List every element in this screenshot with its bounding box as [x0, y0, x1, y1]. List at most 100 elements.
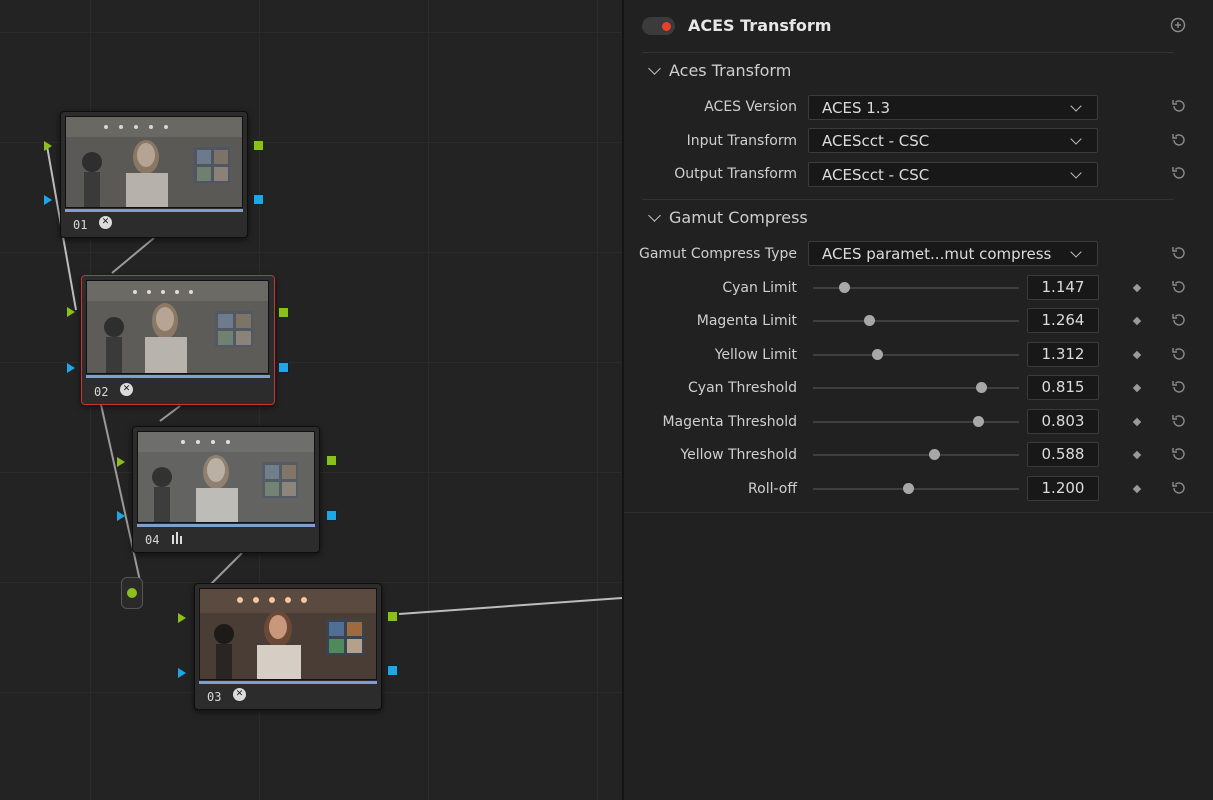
magenta-limit-slider[interactable]: [813, 320, 1019, 322]
cyan-threshold-label: Cyan Threshold: [688, 380, 797, 396]
slider-knob[interactable]: [872, 349, 883, 360]
aces-fx-icon: ✕: [120, 383, 133, 396]
keyframe-diamond-icon[interactable]: [1132, 484, 1142, 494]
node-thumbnail: [86, 280, 269, 374]
node-number: 04: [145, 533, 160, 547]
rgb-input-port[interactable]: [178, 613, 186, 623]
alpha-input-port[interactable]: [44, 195, 52, 205]
rgb-input-port[interactable]: [67, 307, 75, 317]
node-03[interactable]: 03 ✕: [194, 583, 382, 710]
section-title: Gamut Compress: [669, 208, 808, 227]
effect-title: ACES Transform: [688, 16, 832, 35]
alpha-output-port[interactable]: [253, 194, 264, 205]
keyframe-diamond-icon[interactable]: [1132, 383, 1142, 393]
aces-fx-icon: ✕: [233, 688, 246, 701]
keyframe-diamond-icon[interactable]: [1132, 316, 1142, 326]
section-divider: [642, 199, 1174, 200]
connection-line: [159, 405, 181, 422]
section-title: Aces Transform: [669, 61, 792, 80]
reset-icon[interactable]: [1170, 97, 1188, 115]
magenta-threshold-slider[interactable]: [813, 421, 1019, 423]
reset-icon[interactable]: [1170, 131, 1188, 149]
rgb-output-port[interactable]: [278, 307, 289, 318]
reset-all-icon[interactable]: [1169, 16, 1187, 34]
parallel-junction-node[interactable]: [121, 577, 143, 609]
toggle-knob: [662, 22, 671, 31]
slider-knob[interactable]: [839, 282, 850, 293]
dropdown-value: ACEScct - CSC: [822, 166, 930, 184]
aces-fx-icon: ✕: [99, 216, 112, 229]
effect-enable-toggle[interactable]: [642, 17, 675, 35]
node-editor[interactable]: 01 ✕ 02 ✕ 04 03 ✕: [0, 0, 622, 800]
slider-knob[interactable]: [929, 449, 940, 460]
panel-bottom-divider: [624, 512, 1213, 513]
alpha-output-port[interactable]: [278, 362, 289, 373]
yellow-threshold-label: Yellow Threshold: [680, 447, 797, 463]
roll-off-value-field[interactable]: 1.200: [1027, 476, 1099, 501]
reset-icon[interactable]: [1170, 311, 1188, 329]
reset-icon[interactable]: [1170, 412, 1188, 430]
node-number: 03: [207, 690, 222, 704]
node-02[interactable]: 02 ✕: [81, 275, 275, 405]
section-header-gamut-compress[interactable]: Gamut Compress: [646, 208, 808, 227]
node-01[interactable]: 01 ✕: [60, 111, 248, 238]
reset-icon[interactable]: [1170, 445, 1188, 463]
slider-knob[interactable]: [864, 315, 875, 326]
connection-line: [398, 597, 622, 615]
reset-icon[interactable]: [1170, 278, 1188, 296]
keyframe-diamond-icon[interactable]: [1132, 283, 1142, 293]
yellow-limit-value-field[interactable]: 1.312: [1027, 342, 1099, 367]
slider-knob[interactable]: [903, 483, 914, 494]
magenta-threshold-value-field[interactable]: 0.803: [1027, 409, 1099, 434]
chevron-down-icon: [1070, 133, 1082, 145]
slider-knob[interactable]: [976, 382, 987, 393]
input-transform-dropdown[interactable]: ACEScct - CSC: [808, 128, 1098, 153]
alpha-output-port[interactable]: [326, 510, 337, 521]
thumbnail-image: [200, 589, 376, 679]
keyframe-diamond-icon[interactable]: [1132, 450, 1142, 460]
reset-icon[interactable]: [1170, 378, 1188, 396]
alpha-output-port[interactable]: [387, 665, 398, 676]
dropdown-value: ACEScct - CSC: [822, 132, 930, 150]
keyframe-diamond-icon[interactable]: [1132, 417, 1142, 427]
slider-knob[interactable]: [973, 416, 984, 427]
magenta-threshold-label: Magenta Threshold: [662, 414, 797, 430]
magenta-limit-value-field[interactable]: 1.264: [1027, 308, 1099, 333]
cyan-threshold-value-field[interactable]: 0.815: [1027, 375, 1099, 400]
node-status-bar: [86, 375, 270, 378]
yellow-threshold-value-field[interactable]: 0.588: [1027, 442, 1099, 467]
reset-icon[interactable]: [1170, 164, 1188, 182]
chevron-down-icon: [1070, 167, 1082, 179]
gamut-compress-type-label: Gamut Compress Type: [639, 246, 797, 262]
rgb-output-port[interactable]: [387, 611, 398, 622]
section-header-aces-transform[interactable]: Aces Transform: [646, 61, 791, 80]
alpha-input-port[interactable]: [178, 668, 186, 678]
dropdown-value: ACES 1.3: [822, 99, 891, 117]
node-status-bar: [199, 681, 377, 684]
reset-icon[interactable]: [1170, 345, 1188, 363]
output-transform-dropdown[interactable]: ACEScct - CSC: [808, 162, 1098, 187]
rgb-input-port[interactable]: [44, 141, 52, 151]
output-transform-label: Output Transform: [674, 166, 797, 182]
rgb-output-port[interactable]: [253, 140, 264, 151]
junction-output-dot: [127, 588, 137, 598]
thumbnail-image: [66, 117, 242, 207]
yellow-limit-slider[interactable]: [813, 354, 1019, 356]
alpha-input-port[interactable]: [117, 511, 125, 521]
reset-icon[interactable]: [1170, 244, 1188, 262]
roll-off-slider[interactable]: [813, 488, 1019, 490]
yellow-threshold-slider[interactable]: [813, 454, 1019, 456]
gamut-compress-type-dropdown[interactable]: ACES paramet...mut compress: [808, 241, 1098, 266]
input-transform-label: Input Transform: [686, 133, 797, 149]
aces-version-dropdown[interactable]: ACES 1.3: [808, 95, 1098, 120]
rgb-output-port[interactable]: [326, 455, 337, 466]
effect-inspector: ACES Transform Aces Transform ACES Versi…: [624, 0, 1213, 800]
node-status-bar: [65, 209, 243, 212]
alpha-input-port[interactable]: [67, 363, 75, 373]
cyan-limit-value-field[interactable]: 1.147: [1027, 275, 1099, 300]
node-04[interactable]: 04: [132, 426, 320, 553]
reset-icon[interactable]: [1170, 479, 1188, 497]
keyframe-diamond-icon[interactable]: [1132, 350, 1142, 360]
rgb-input-port[interactable]: [117, 457, 125, 467]
cyan-threshold-slider[interactable]: [813, 387, 1019, 389]
